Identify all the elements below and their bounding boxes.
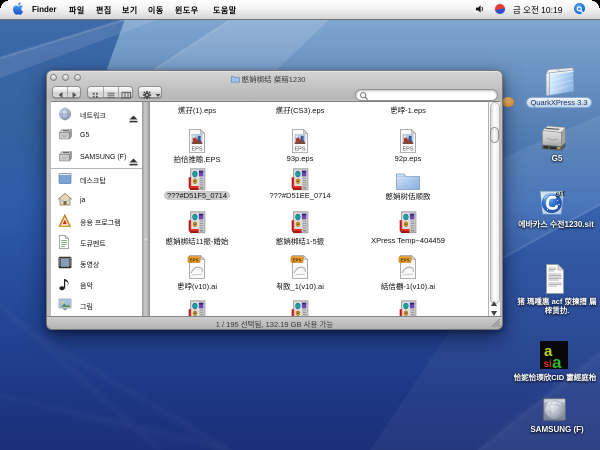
svg-text:si: si xyxy=(544,359,553,369)
svg-text:EPS: EPS xyxy=(294,147,305,153)
svg-text:EPS: EPS xyxy=(400,258,409,263)
svg-text:EPS: EPS xyxy=(191,147,202,153)
svg-text:SIT: SIT xyxy=(555,191,566,200)
svg-text:EPS: EPS xyxy=(292,258,301,263)
svg-text:EPS: EPS xyxy=(189,258,198,263)
svg-text:a: a xyxy=(552,353,562,369)
svg-text:EPS: EPS xyxy=(402,147,413,153)
